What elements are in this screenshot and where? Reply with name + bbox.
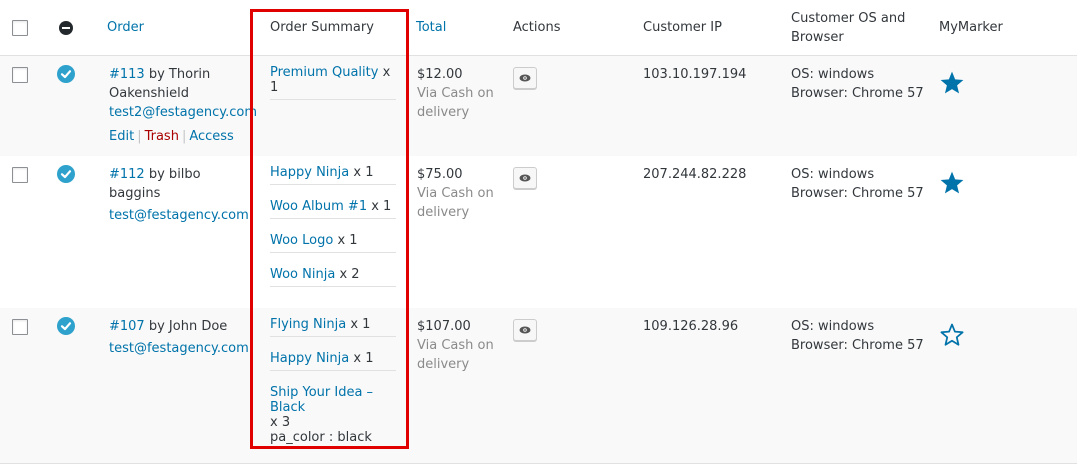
access-link[interactable]: Access [189, 129, 234, 144]
order-summary-item: Ship Your Idea – Black x 3 pa_color : bl… [270, 385, 396, 449]
product-link[interactable]: Happy Ninja [270, 351, 349, 366]
customer-browser: Browser: Chrome 57 [791, 338, 924, 353]
column-customer-ip: Customer IP [643, 20, 722, 35]
check-circle-icon [57, 317, 75, 335]
total-cell: $12.00 Via Cash on delivery [417, 65, 494, 122]
order-summary-item: Premium Quality x 1 [270, 65, 396, 100]
table-row: #113 by Thorin Oakenshield test2@festage… [0, 56, 1077, 156]
customer-email-link[interactable]: test@festagency.com [109, 341, 249, 356]
item-qty: x 2 [339, 267, 360, 282]
customer-os: OS: windows [791, 67, 875, 82]
order-total: $12.00 [417, 67, 463, 82]
item-qty: x 1 [350, 317, 371, 332]
order-customer-line2: Oakenshield [109, 86, 189, 101]
customer-browser: Browser: Chrome 57 [791, 86, 924, 101]
product-link[interactable]: Flying Ninja [270, 317, 346, 332]
table-bottom-border [0, 463, 1077, 464]
star-filled-icon[interactable] [939, 70, 965, 96]
table-row: #107 by John Doe test@festagency.com Fly… [0, 308, 1077, 463]
order-total: $107.00 [417, 319, 471, 334]
item-qty: x 1 [353, 165, 374, 180]
preview-button[interactable] [513, 319, 537, 341]
row-checkbox[interactable] [12, 167, 28, 183]
column-customer-os-line2: Browser [791, 30, 844, 45]
check-circle-icon [57, 65, 75, 83]
order-summary-item: Flying Ninja x 1 [270, 317, 396, 337]
star-filled-icon[interactable] [939, 170, 965, 196]
order-summary-item: Happy Ninja x 1 [270, 165, 396, 185]
column-actions: Actions [513, 20, 561, 35]
item-qty: x 3 [270, 415, 291, 430]
column-customer-os-line1: Customer OS and [791, 11, 906, 26]
product-link[interactable]: Woo Logo [270, 233, 333, 248]
customer-browser: Browser: Chrome 57 [791, 186, 924, 201]
payment-method-line1: Via Cash on [417, 86, 494, 101]
total-cell: $107.00 Via Cash on delivery [417, 317, 494, 374]
order-summary-item: Woo Ninja x 2 [270, 267, 396, 287]
customer-os-cell: OS: windows Browser: Chrome 57 [791, 65, 924, 103]
product-link[interactable]: Woo Album #1 [270, 199, 367, 214]
payment-method-line1: Via Cash on [417, 338, 494, 353]
payment-method-line2: delivery [417, 105, 470, 120]
eye-icon [519, 74, 531, 82]
customer-ip: 109.126.28.96 [643, 319, 739, 334]
column-total[interactable]: Total [416, 18, 446, 37]
column-mymarker: MyMarker [939, 20, 1003, 35]
preview-button[interactable] [513, 67, 537, 89]
customer-os: OS: windows [791, 319, 875, 334]
product-link[interactable]: Woo Ninja [270, 267, 335, 282]
order-cell: #112 by bilbo baggins test@festagency.co… [109, 165, 249, 225]
customer-os-cell: OS: windows Browser: Chrome 57 [791, 317, 924, 355]
order-summary-item: Woo Logo x 1 [270, 233, 396, 253]
select-all-checkbox[interactable] [12, 20, 28, 36]
eye-icon [519, 174, 531, 182]
product-link[interactable]: Happy Ninja [270, 165, 349, 180]
column-customer-os: Customer OS and Browser [791, 9, 905, 47]
preview-button[interactable] [513, 167, 537, 189]
customer-email-link[interactable]: test2@festagency.com [109, 105, 257, 120]
payment-method-line2: delivery [417, 357, 470, 372]
customer-os-cell: OS: windows Browser: Chrome 57 [791, 165, 924, 203]
column-order-summary: Order Summary [270, 20, 374, 35]
table-header: Order Order Summary Total Actions Custom… [0, 0, 1077, 56]
payment-method-line1: Via Cash on [417, 186, 494, 201]
table-row: #112 by bilbo baggins test@festagency.co… [0, 156, 1077, 308]
row-checkbox[interactable] [12, 67, 28, 83]
item-meta: pa_color : black [270, 430, 372, 445]
eye-icon [519, 326, 531, 334]
order-summary-item: Woo Album #1 x 1 [270, 199, 396, 219]
product-link[interactable]: Premium Quality [270, 65, 378, 80]
order-number-link[interactable]: #113 [109, 67, 145, 82]
order-number-link[interactable]: #107 [109, 319, 145, 334]
customer-os: OS: windows [791, 167, 875, 182]
customer-ip: 103.10.197.194 [643, 67, 747, 82]
row-checkbox[interactable] [12, 319, 28, 335]
star-outline-icon[interactable] [939, 322, 965, 348]
item-qty: x 1 [353, 351, 374, 366]
item-qty: x 1 [371, 199, 392, 214]
order-summary-item: Happy Ninja x 1 [270, 351, 396, 371]
order-cell: #113 by Thorin Oakenshield test2@festage… [109, 65, 257, 146]
total-cell: $75.00 Via Cash on delivery [417, 165, 494, 222]
order-customer: by John Doe [148, 319, 228, 334]
order-customer: by Thorin [148, 67, 211, 82]
check-circle-icon [57, 165, 75, 183]
order-cell: #107 by John Doe test@festagency.com [109, 317, 249, 358]
row-actions: Edit | Trash | Access [109, 129, 234, 144]
order-status-header-icon [59, 21, 73, 35]
item-qty: x 1 [337, 233, 358, 248]
order-total: $75.00 [417, 167, 463, 182]
customer-ip: 207.244.82.228 [643, 167, 747, 182]
order-number-link[interactable]: #112 [109, 167, 145, 182]
column-order[interactable]: Order [107, 18, 144, 37]
product-link[interactable]: Ship Your Idea – Black [270, 385, 373, 415]
customer-email-link[interactable]: test@festagency.com [109, 208, 249, 223]
trash-link[interactable]: Trash [145, 129, 179, 144]
edit-link[interactable]: Edit [109, 129, 134, 144]
payment-method-line2: delivery [417, 205, 470, 220]
